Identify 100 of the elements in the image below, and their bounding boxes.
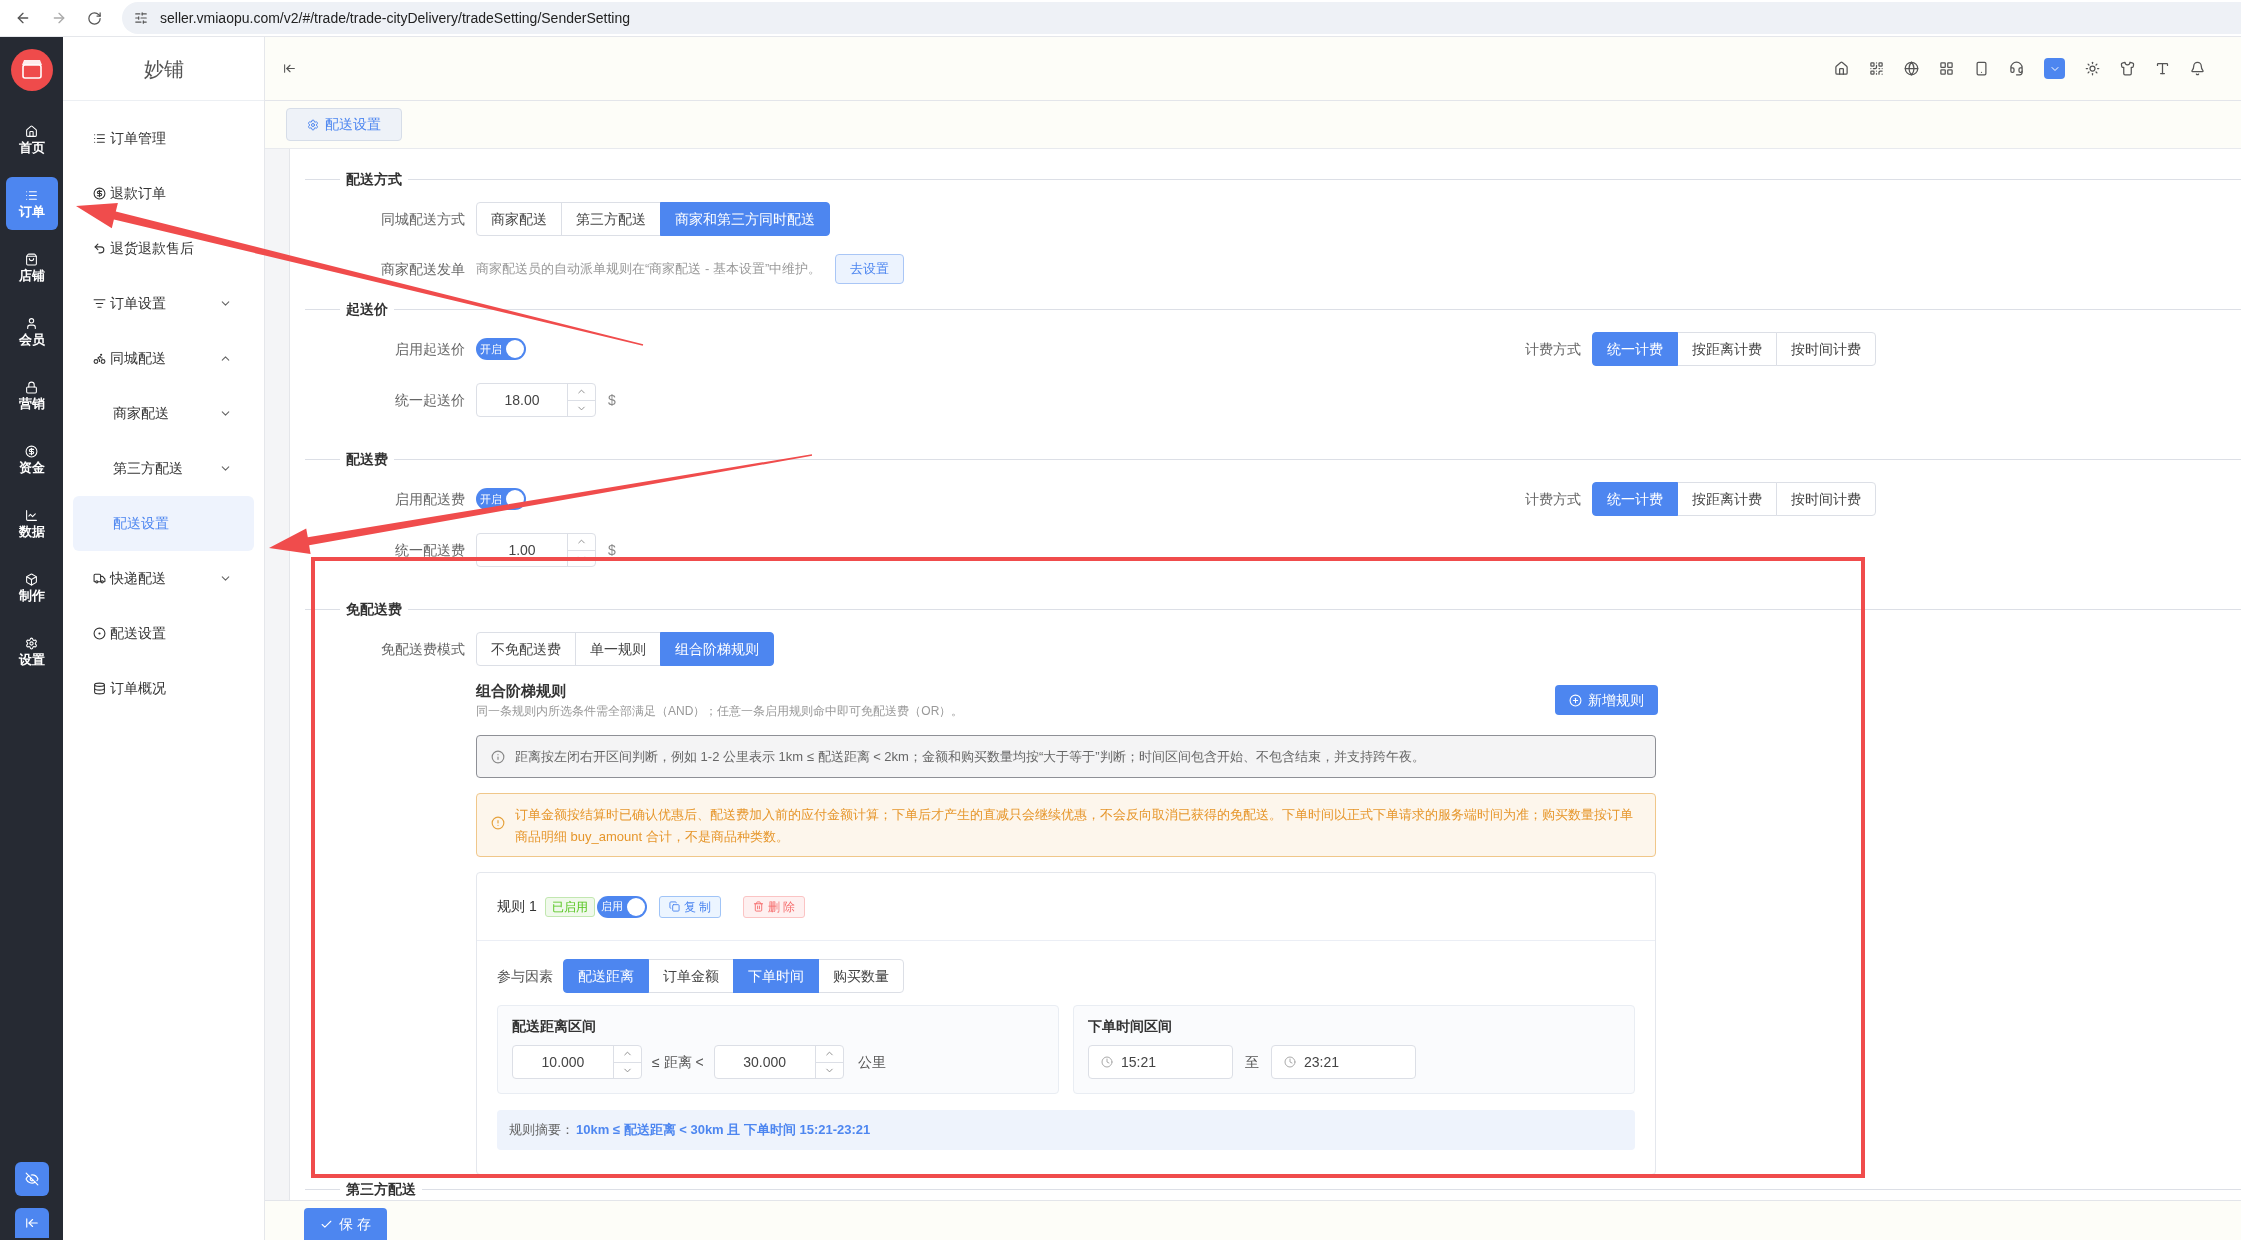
section-title: 配送费 (346, 449, 388, 469)
segment-option[interactable]: 按距离计费 (1677, 332, 1777, 366)
qr-code-icon[interactable] (1869, 61, 1884, 76)
segment-option[interactable]: 订单金额 (648, 959, 734, 993)
segment-option[interactable]: 按距离计费 (1677, 482, 1777, 516)
time-field[interactable]: 23:21 (1271, 1045, 1416, 1079)
list-icon (25, 189, 38, 202)
rail-item[interactable]: 资金 (5, 433, 58, 486)
section-title: 配送方式 (346, 169, 402, 189)
segment-option[interactable]: 单一规则 (575, 632, 661, 666)
sidebar-item[interactable]: 配送设置 (63, 606, 264, 661)
rail-item[interactable]: 设置 (5, 625, 58, 678)
address-bar[interactable]: seller.vmiaopu.com/v2/#/trade/trade-cityDelivery/tradeSetting/SenderSetting (122, 2, 2241, 34)
sidebar-item[interactable]: 退款订单 (63, 166, 264, 221)
form-label: 同城配送方式 (380, 209, 465, 229)
bike-icon (93, 352, 106, 365)
phone-icon[interactable] (1974, 61, 1989, 76)
block-title: 组合阶梯规则 (476, 681, 567, 701)
summary-label: 规则摘要： (509, 1121, 574, 1140)
time-field[interactable]: 15:21 (1088, 1045, 1233, 1079)
segment-option[interactable]: 不免配送费 (476, 632, 576, 666)
truck-icon (93, 572, 106, 585)
home-icon (25, 125, 38, 138)
rail-item[interactable]: 首页 (5, 113, 58, 166)
collapse-icon[interactable] (283, 62, 296, 75)
sidebar-item[interactable]: 订单概况 (63, 661, 264, 716)
rail-item[interactable]: 店铺 (5, 241, 58, 294)
database-icon (93, 682, 106, 695)
sidebar-item[interactable]: 快递配送 (63, 551, 264, 606)
headset-icon[interactable] (2009, 61, 2024, 76)
sidebar-item[interactable]: 订单设置 (63, 276, 264, 331)
clock-icon (1284, 1056, 1296, 1068)
form-label: 统一起送价 (394, 390, 465, 410)
back-icon[interactable] (15, 10, 31, 26)
segment-option[interactable]: 组合阶梯规则 (660, 632, 774, 666)
segment-option[interactable]: 第三方配送 (561, 202, 661, 236)
bag-icon (25, 253, 38, 266)
unit-label: $ (608, 390, 616, 410)
segment-option[interactable]: 下单时间 (733, 959, 819, 993)
sun-icon[interactable] (2085, 61, 2100, 76)
segment-option[interactable]: 统一计费 (1592, 482, 1678, 516)
bell-icon[interactable] (2190, 61, 2205, 76)
sidebar-item[interactable]: 商家配送 (73, 386, 254, 441)
user-icon (25, 317, 38, 330)
segment-option[interactable]: 商家配送 (476, 202, 562, 236)
toggle-switch[interactable]: 启用 (596, 895, 647, 918)
form-label: 参与因素 (497, 966, 553, 986)
globe-icon[interactable] (1904, 61, 1919, 76)
collapse-button[interactable] (14, 1208, 49, 1238)
rail-item[interactable]: 营销 (5, 369, 58, 422)
hint-text: 商家配送员的自动派单规则在“商家配送 - 基本设置”中维护。 (476, 260, 822, 279)
form-label: 免配送费模式 (380, 639, 465, 659)
form-label: 计费方式 (1525, 339, 1581, 359)
sidebar-item[interactable]: 第三方配送 (73, 441, 254, 496)
settings-icon (25, 637, 38, 650)
form-label: 启用配送费 (394, 489, 465, 509)
site-settings-icon[interactable] (134, 11, 148, 25)
coin-icon (93, 187, 106, 200)
unit-label: 公里 (857, 1052, 886, 1072)
rail-item[interactable]: 订单 (5, 177, 58, 230)
segment-option[interactable]: 统一计费 (1592, 332, 1678, 366)
list-icon (93, 132, 106, 145)
segment-option[interactable]: 按时间计费 (1776, 482, 1876, 516)
target-icon (93, 627, 106, 640)
copy-icon (668, 901, 680, 912)
rail-item[interactable]: 会员 (5, 305, 58, 358)
info-icon (491, 749, 505, 764)
hide-button[interactable] (14, 1162, 49, 1196)
add-rule-button[interactable]: 新增规则 (1555, 685, 1658, 715)
text-size-icon[interactable] (2155, 61, 2170, 76)
range-separator: 至 (1245, 1052, 1259, 1072)
segment-option[interactable]: 购买数量 (818, 959, 904, 993)
eye-off-icon (24, 1172, 39, 1186)
rail-item[interactable]: 数据 (5, 497, 58, 550)
rail-item[interactable]: 制作 (5, 561, 58, 614)
segment-option[interactable]: 商家和第三方同时配送 (660, 202, 830, 236)
section-title: 第三方配送 (346, 1179, 416, 1199)
home-icon[interactable] (1834, 61, 1849, 76)
chart-icon (25, 509, 38, 522)
reload-icon[interactable] (87, 10, 102, 26)
trash-icon (753, 901, 765, 912)
shirt-icon[interactable] (2120, 61, 2135, 76)
form-label: 统一配送费 (394, 540, 465, 560)
segment-option[interactable]: 配送距离 (563, 959, 649, 993)
panel-title: 下单时间区间 (1088, 1017, 1173, 1036)
sidebar-item[interactable]: 同城配送 (63, 331, 264, 386)
sidebar-item[interactable]: 订单管理 (63, 111, 264, 166)
sidebar-item[interactable]: 退货退款售后 (63, 221, 264, 276)
panel-title: 配送距离区间 (512, 1017, 597, 1036)
toggle-switch[interactable]: 开启 (476, 338, 526, 360)
box-icon (25, 573, 38, 586)
shop-logo (10, 49, 53, 91)
unit-label: $ (608, 540, 616, 560)
rule-title: 规则 1 (497, 897, 537, 916)
save-button[interactable]: 保 存 (304, 1208, 387, 1240)
segment-option[interactable]: 按时间计费 (1776, 332, 1876, 366)
form-label: 启用起送价 (394, 339, 465, 359)
grid-icon[interactable] (1939, 61, 1954, 76)
form-label: 计费方式 (1525, 489, 1581, 509)
undo-icon (93, 242, 106, 255)
